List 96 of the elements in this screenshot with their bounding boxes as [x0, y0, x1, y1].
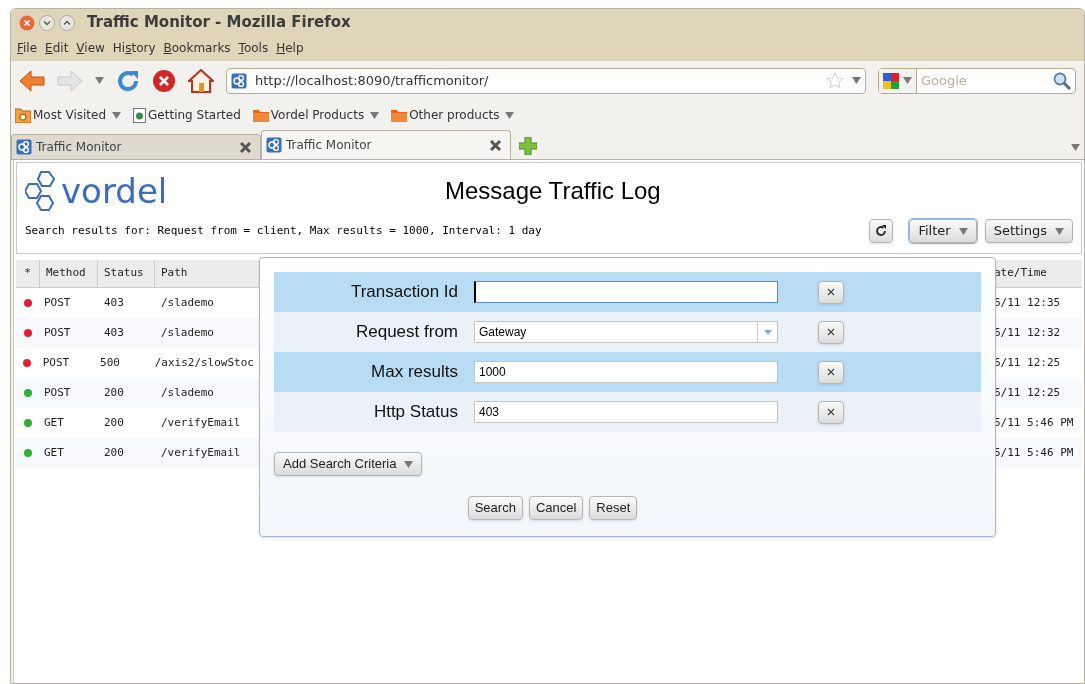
- table-cell-text: /verifyEmail: [160, 414, 242, 431]
- search-engine-icon[interactable]: [883, 72, 899, 89]
- column-header[interactable]: Method: [40, 260, 98, 287]
- site-icon: [231, 72, 247, 89]
- refresh-icon: [875, 225, 888, 237]
- remove-criterion-button[interactable]: [818, 280, 844, 304]
- toolbar-dropdown-button[interactable]: Filter: [909, 219, 977, 243]
- dropdown-arrow-icon: [404, 460, 414, 468]
- menu-item[interactable]: History: [108, 39, 160, 57]
- bookmark-item[interactable]: Getting Started: [133, 106, 241, 124]
- table-cell-text: /slademo: [160, 384, 215, 401]
- column-header[interactable]: Status: [98, 260, 155, 287]
- star-icon[interactable]: [826, 72, 844, 89]
- select-value: Gateway: [478, 324, 528, 341]
- table-cell-text: /verifyEmail: [160, 444, 242, 461]
- reload-icon[interactable]: [116, 68, 140, 93]
- action-button[interactable]: Cancel: [528, 496, 584, 520]
- table-cell-text: 403: [103, 294, 125, 311]
- close-icon: [827, 368, 835, 376]
- browser-tab[interactable]: Traffic Monitor: [11, 134, 261, 159]
- close-tab-icon[interactable]: [239, 140, 252, 154]
- table-cell-text: POST: [43, 384, 72, 401]
- close-tab-icon[interactable]: [489, 138, 502, 152]
- search-engine-dropdown-icon: [903, 77, 912, 84]
- table-cell-text: 403: [103, 324, 125, 341]
- close-window-icon[interactable]: [19, 14, 35, 31]
- back-arrow-icon[interactable]: [19, 69, 45, 92]
- table-cell-text: /slademo: [160, 324, 215, 341]
- table-cell-text: POST: [43, 324, 72, 341]
- menu-item[interactable]: Help: [272, 39, 308, 57]
- stop-icon[interactable]: [152, 68, 176, 93]
- remove-criterion-button[interactable]: [818, 320, 844, 344]
- folder-search-icon: [15, 107, 31, 123]
- browser-tab[interactable]: Traffic Monitor: [261, 130, 511, 159]
- column-header[interactable]: *: [16, 260, 40, 287]
- maximize-window-icon[interactable]: [59, 14, 75, 31]
- tab-title: Traffic Monitor: [286, 137, 373, 154]
- history-dropdown-icon: [95, 77, 104, 84]
- dropdown-arrow-icon: [1055, 227, 1064, 235]
- search-placeholder: Google: [920, 71, 968, 90]
- table-cell-text: 200: [103, 384, 125, 401]
- table-cell-text: POST: [41, 354, 71, 371]
- remove-criterion-button[interactable]: [818, 400, 844, 424]
- logo-text: vordel: [61, 174, 168, 208]
- folder-icon: [391, 108, 408, 122]
- search-icon[interactable]: [1053, 71, 1071, 90]
- tab-list-icon: [1071, 144, 1080, 151]
- close-icon: [827, 408, 835, 416]
- table-cell-text: /slademo: [160, 294, 215, 311]
- site-icon: [16, 139, 32, 155]
- criterion-label: Http Status: [372, 401, 459, 424]
- table-cell-text: 500: [99, 354, 121, 371]
- new-tab-icon[interactable]: [519, 137, 537, 155]
- folder-icon: [252, 108, 269, 122]
- url-text: http://localhost:8090/trafficmonitor/: [255, 71, 490, 90]
- window-title: Traffic Monitor - Mozilla Firefox: [87, 12, 351, 34]
- home-icon[interactable]: [188, 68, 214, 93]
- refresh-button[interactable]: [869, 219, 894, 243]
- menu-item[interactable]: Bookmarks: [159, 39, 235, 57]
- input-field[interactable]: [474, 281, 778, 303]
- input-field[interactable]: 403: [474, 401, 778, 423]
- toolbar-dropdown-button[interactable]: Settings: [984, 219, 1073, 243]
- bookmark-item[interactable]: Vordel Products: [252, 106, 380, 124]
- table-cell-text: GET: [43, 444, 65, 461]
- address-dropdown-icon: [852, 77, 861, 84]
- table-cell-text: /axis2/slowStoc: [153, 354, 255, 371]
- select-arrow-icon: [763, 329, 772, 335]
- tab-title: Traffic Monitor: [36, 139, 123, 156]
- action-button[interactable]: Reset: [589, 496, 638, 520]
- bookmark-item[interactable]: Other products: [391, 106, 515, 124]
- criterion-label: Max results: [370, 361, 459, 384]
- table-cell-text: GET: [43, 414, 65, 431]
- add-search-criteria-button[interactable]: Add Search Criteria: [274, 452, 423, 476]
- address-bar[interactable]: http://localhost:8090/trafficmonitor/: [226, 67, 866, 94]
- minimize-window-icon[interactable]: [39, 14, 55, 31]
- dropdown-arrow-icon: [958, 227, 968, 235]
- page-icon: [133, 107, 147, 123]
- criterion-label: Transaction Id: [349, 281, 459, 304]
- remove-criterion-button[interactable]: [818, 360, 844, 384]
- search-summary: Search results for: Request from = client, Max results = 1000, Interval: 1 day: [25, 222, 543, 239]
- menu-item[interactable]: File: [13, 39, 42, 57]
- site-icon: [266, 137, 282, 153]
- criterion-label: Request from: [354, 321, 459, 344]
- table-cell-text: 200: [103, 444, 125, 461]
- action-button[interactable]: Search: [467, 496, 523, 520]
- close-icon: [827, 288, 835, 296]
- input-field[interactable]: 1000: [474, 361, 778, 383]
- table-cell-text: 200: [103, 414, 125, 431]
- page-title: Message Traffic Log: [445, 176, 661, 206]
- bookmark-item[interactable]: Most Visited: [15, 106, 122, 124]
- menu-item[interactable]: Edit: [41, 39, 73, 57]
- table-cell-text: POST: [43, 294, 72, 311]
- select-field[interactable]: Gateway: [474, 321, 778, 343]
- menu-item[interactable]: Tools: [234, 39, 273, 57]
- menu-item[interactable]: View: [72, 39, 109, 57]
- close-icon: [827, 328, 835, 336]
